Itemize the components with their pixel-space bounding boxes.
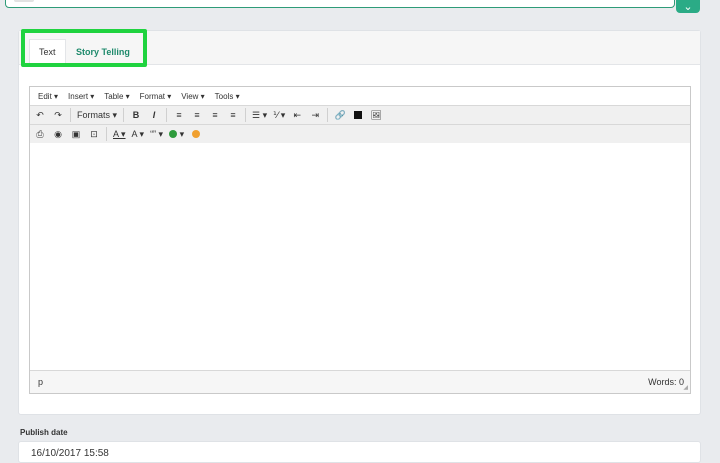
code-embed-icon[interactable]: ⊡ [88, 127, 100, 141]
numbered-list-icon[interactable]: ⅟ ▾ [273, 108, 285, 122]
menu-edit[interactable]: Edit ▾ [38, 92, 58, 101]
input-stub [14, 0, 34, 2]
element-path[interactable]: p [30, 377, 43, 387]
separator [327, 108, 329, 122]
image-icon[interactable]: 🖼 [370, 108, 382, 122]
media-icon[interactable] [352, 108, 364, 122]
emoji-icon [169, 130, 178, 138]
menu-insert[interactable]: Insert ▾ [68, 92, 94, 101]
italic-button[interactable]: I [148, 108, 160, 122]
tab-strip: Text Story Telling [19, 29, 700, 67]
blockquote-button[interactable]: “” ▾ [150, 127, 163, 141]
bold-button[interactable]: B [130, 108, 142, 122]
editor-toolbar-1: ↶ ↷ Formats ▾ B I ≡ ≡ ≡ ≡ ☰ ▾ ⅟ ▾ ⇤ ⇥ 🔗 … [30, 106, 690, 125]
formats-dropdown[interactable]: Formats ▾ [77, 108, 117, 122]
text-color-button[interactable]: A ▾ [113, 127, 126, 141]
redo-icon[interactable]: ↷ [52, 108, 64, 122]
media-embed-icon[interactable]: ▣ [70, 127, 82, 141]
emoji-button[interactable]: ▾ [169, 127, 184, 141]
justify-icon[interactable]: ≡ [227, 108, 239, 122]
separator [245, 108, 247, 122]
publish-date-value: 16/10/2017 15:58 [31, 448, 109, 459]
separator [70, 108, 71, 122]
outdent-icon[interactable]: ⇤ [291, 108, 303, 122]
separator [106, 127, 107, 141]
editor-toolbar-2: ⎙ ◉ ▣ ⊡ A ▾ A ▾ “” ▾ ▾ [30, 125, 690, 144]
color-picker-button[interactable] [190, 127, 202, 141]
menu-tools[interactable]: Tools ▾ [215, 92, 240, 101]
top-action-button[interactable]: ⌄ [676, 0, 700, 13]
menu-view[interactable]: View ▾ [181, 92, 204, 101]
tab-highlight-box [21, 29, 147, 67]
resize-handle-icon[interactable]: ◢ [683, 384, 688, 391]
preview-icon[interactable]: ◉ [52, 127, 64, 141]
editor-menubar: Edit ▾ Insert ▾ Table ▾ Format ▾ View ▾ … [30, 87, 690, 106]
align-center-icon[interactable]: ≡ [191, 108, 203, 122]
publish-date-label: Publish date [20, 428, 68, 437]
print-icon[interactable]: ⎙ [34, 127, 46, 141]
publish-date-field[interactable]: 16/10/2017 15:58 [18, 441, 701, 463]
menu-table[interactable]: Table ▾ [104, 92, 129, 101]
content-panel: Text Story Telling Edit ▾ Insert ▾ Table… [18, 29, 701, 415]
bullet-list-icon[interactable]: ☰ ▾ [252, 108, 267, 122]
menu-format[interactable]: Format ▾ [140, 92, 172, 101]
separator [123, 108, 125, 122]
indent-icon[interactable]: ⇥ [309, 108, 321, 122]
align-right-icon[interactable]: ≡ [209, 108, 221, 122]
editor-content-area[interactable] [30, 143, 690, 378]
emoji-caret: ▾ [179, 128, 185, 139]
chevron-icon: ⌄ [683, 1, 693, 13]
bg-color-button[interactable]: A ▾ [132, 127, 145, 141]
separator [166, 108, 168, 122]
top-search-input[interactable] [5, 0, 675, 8]
align-left-icon[interactable]: ≡ [173, 108, 185, 122]
media-square [354, 111, 363, 119]
rich-text-editor: Edit ▾ Insert ▾ Table ▾ Format ▾ View ▾ … [29, 86, 691, 394]
editor-statusbar: p Words: 0 ◢ [30, 370, 690, 393]
link-icon[interactable]: 🔗 [334, 108, 346, 122]
color-dot-icon [192, 130, 201, 138]
undo-icon[interactable]: ↶ [34, 108, 46, 122]
